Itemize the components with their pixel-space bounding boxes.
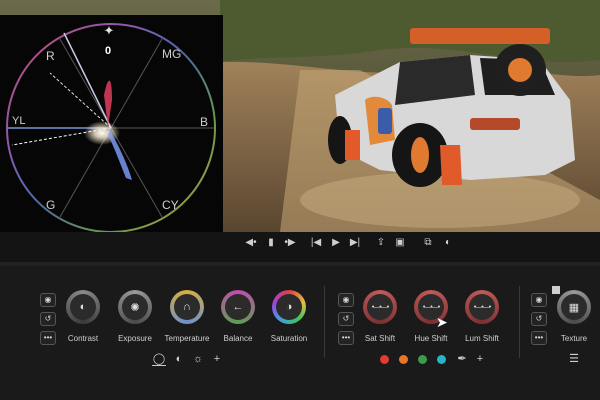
mouse-cursor-icon: ➤ — [436, 314, 448, 330]
sat-shift-knob[interactable]: •—•—• — [363, 290, 397, 324]
go-end-icon[interactable]: ▶| — [347, 235, 363, 251]
eyedropper-icon[interactable]: ✒ — [455, 353, 469, 365]
texture-reset-icon[interactable]: ↺ — [531, 312, 547, 326]
swatch-cyan[interactable] — [437, 355, 446, 364]
expand-corner-icon[interactable] — [552, 286, 560, 294]
mark-out-icon[interactable]: •▶ — [282, 235, 298, 251]
scope-label-b: B — [200, 115, 209, 129]
hsl-visibility-toggle-icon[interactable]: ◉ — [338, 293, 354, 307]
texture-icon: ▦ — [561, 294, 587, 320]
aperture-icon: ✺ — [122, 294, 148, 320]
texture-visibility-toggle-icon[interactable]: ◉ — [531, 293, 547, 307]
split-view-icon[interactable]: ◐ — [440, 235, 456, 251]
exposure-knob[interactable]: ✺ — [118, 290, 152, 324]
bookmark-icon[interactable]: ▮ — [263, 235, 279, 251]
visibility-toggle-icon[interactable]: ◉ — [40, 293, 56, 307]
half-circle-icon[interactable]: ◐ — [172, 353, 186, 365]
balance-knob[interactable]: ← — [221, 290, 255, 324]
go-start-icon[interactable]: |◀ — [308, 235, 324, 251]
lum-shift-label: Lum Shift — [465, 334, 499, 343]
texture-knob[interactable]: ▦ — [557, 290, 591, 324]
crop-icon[interactable]: ▣ — [392, 235, 408, 251]
wave-icon: •—•—• — [469, 294, 495, 320]
color-panel: ◉ ↺ ••• ◐ Contrast ✺ Exposure ∩ Temperat… — [0, 266, 600, 400]
temperature-knob[interactable]: ∩ — [170, 290, 204, 324]
sun-icon[interactable]: ☼ — [191, 353, 205, 365]
vectorscope-plot — [6, 23, 216, 233]
hsl-reset-icon[interactable]: ↺ — [338, 312, 354, 326]
contrast-knob[interactable]: ◐ — [66, 290, 100, 324]
scope-label-mg: MG — [162, 47, 182, 61]
swatch-red[interactable] — [380, 355, 389, 364]
swatch-green[interactable] — [418, 355, 427, 364]
vectorscope: ✦ 0 R MG YL B G CY — [0, 15, 223, 241]
lum-shift-knob[interactable]: •—•—• — [465, 290, 499, 324]
scope-label-cy: CY — [162, 198, 179, 212]
thermometer-icon: ∩ — [174, 294, 200, 320]
hsl-plus-icon[interactable]: + — [473, 353, 487, 365]
globe-icon[interactable]: ◯ — [152, 353, 166, 366]
scope-label-g: G — [46, 198, 56, 212]
arrow-left-icon: ← — [225, 294, 251, 320]
scope-label-yl: YL — [12, 115, 26, 127]
saturation-knob[interactable]: ◑ — [272, 290, 306, 324]
scope-label-r: R — [46, 49, 55, 63]
texture-label: Texture — [560, 334, 588, 343]
scope-logo-icon: ✦ — [103, 23, 115, 38]
mark-in-icon[interactable]: ◀• — [243, 235, 259, 251]
transport-bar: ◀• ▮ •▶ |◀ ▶ ▶| ⇪ ▣ ⧉ ◐ — [0, 232, 600, 254]
wave-icon: •—•—• — [367, 294, 393, 320]
scope-count: 0 — [105, 45, 112, 57]
export-icon[interactable]: ⇪ — [373, 235, 389, 251]
plus-icon[interactable]: + — [210, 353, 224, 365]
swatch-orange[interactable] — [399, 355, 408, 364]
contrast-icon: ◐ — [70, 294, 96, 320]
play-icon[interactable]: ▶ — [328, 235, 344, 251]
sliders-icon[interactable]: ☰ — [567, 353, 581, 365]
reset-icon[interactable]: ↺ — [40, 312, 56, 326]
compare-icon[interactable]: ⧉ — [420, 235, 436, 251]
saturation-label: Saturation — [270, 334, 308, 343]
group-separator — [324, 286, 325, 358]
group-separator — [519, 286, 520, 358]
saturation-icon: ◑ — [276, 294, 302, 320]
